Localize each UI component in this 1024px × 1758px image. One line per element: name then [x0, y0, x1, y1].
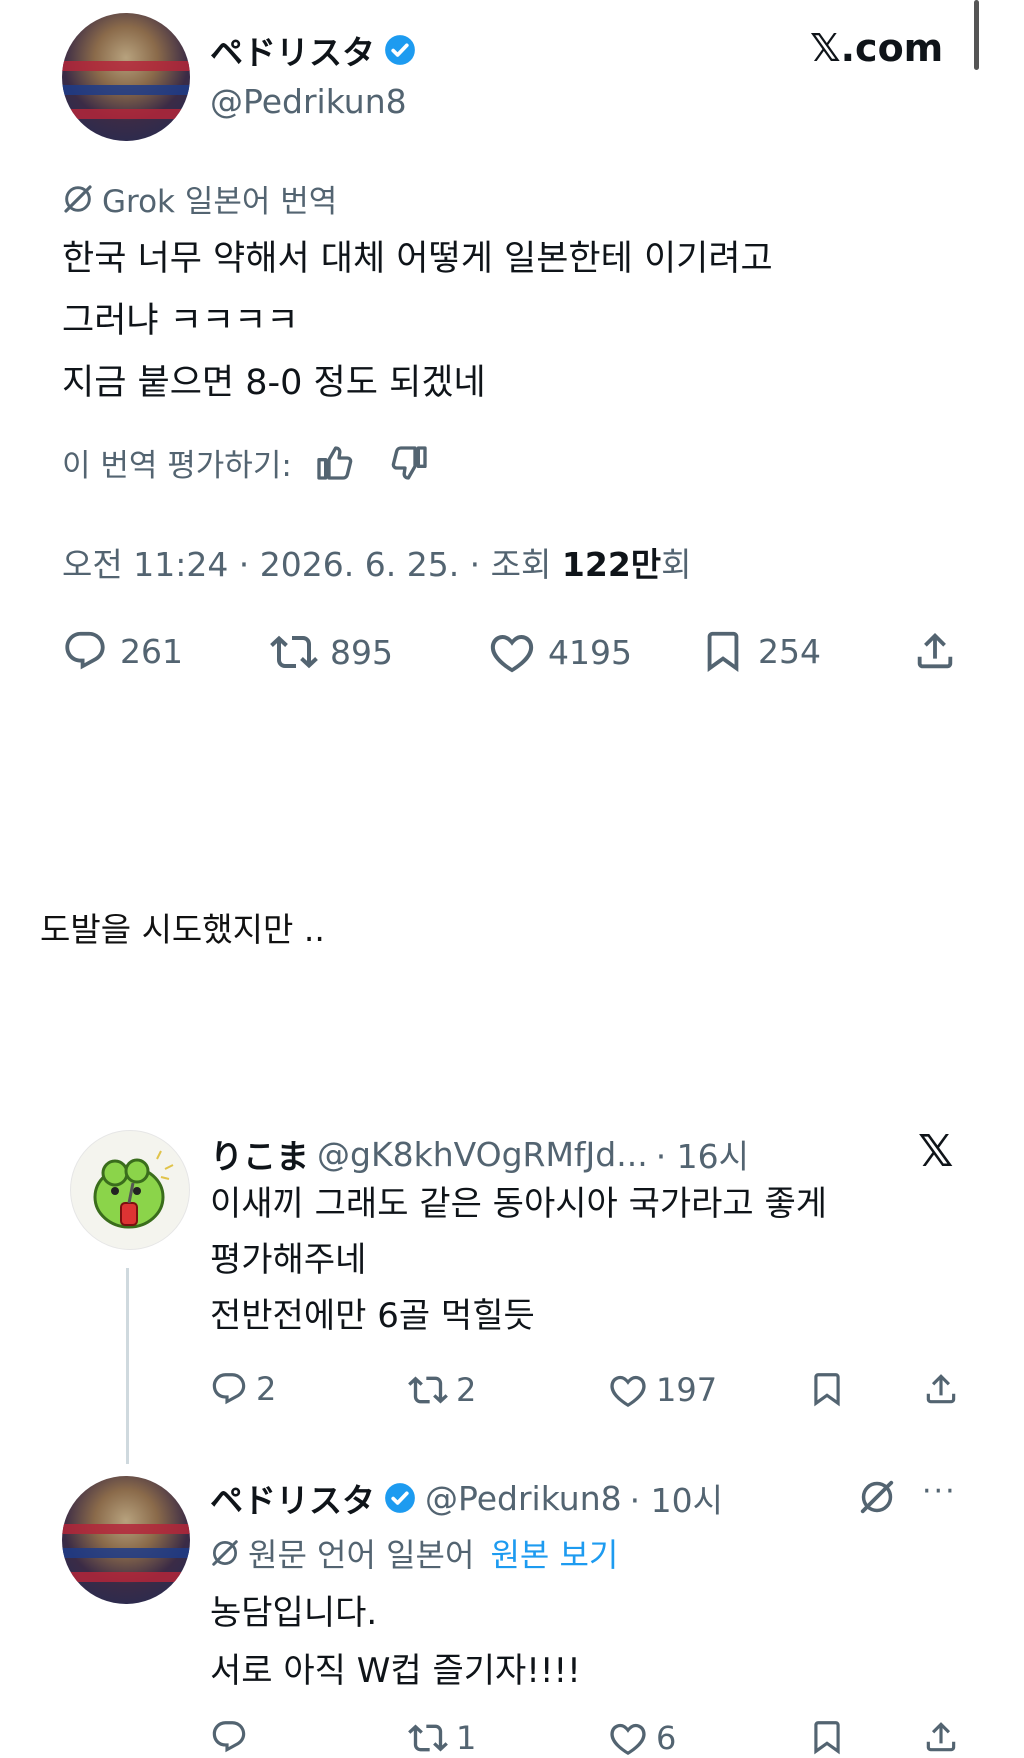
verified-badge-icon [383, 33, 417, 67]
retweet-button[interactable]: 1 [408, 1718, 476, 1758]
bookmark-button[interactable] [808, 1718, 846, 1756]
tweet-line: 그러냐 ㅋㅋㅋㅋ [62, 301, 299, 341]
reply-line: 농담입니다. [210, 1593, 378, 1633]
tweet-line: 한국 너무 약해서 대체 어떻게 일본한테 이기려고 [62, 239, 773, 279]
retweet-button[interactable]: 895 [270, 628, 393, 676]
author-name[interactable]: ペドリスタ [210, 26, 375, 74]
like-button[interactable]: 6 [608, 1718, 676, 1758]
bookmark-icon [808, 1718, 846, 1756]
like-icon [488, 628, 536, 676]
author-name[interactable]: ペドリスタ [210, 1474, 375, 1522]
author-handle[interactable]: @gK8khVOgRMfJd... [317, 1135, 648, 1174]
timestamp[interactable]: · 10시 [630, 1474, 723, 1522]
retweet-count: 2 [456, 1371, 477, 1409]
scrollbar-indicator[interactable] [974, 0, 979, 70]
avatar[interactable] [70, 1130, 190, 1250]
share-icon [922, 1718, 960, 1756]
timestamp[interactable]: · 16시 [656, 1130, 749, 1178]
grok-icon[interactable] [858, 1478, 896, 1516]
retweet-icon [270, 628, 318, 676]
retweet-count: 1 [456, 1719, 477, 1757]
thumbs-up-icon[interactable] [314, 443, 354, 483]
reply-body: 이새끼 그래도 같은 동아시아 국가라고 좋게 평가해주네 전반전에만 6골 먹… [210, 1176, 827, 1344]
retweet-button[interactable]: 2 [408, 1370, 476, 1410]
like-button[interactable]: 4195 [488, 628, 632, 676]
bookmark-button[interactable] [808, 1370, 846, 1408]
like-button[interactable]: 197 [608, 1370, 717, 1410]
reply-button[interactable]: 2 [210, 1370, 276, 1408]
avatar[interactable] [62, 13, 190, 141]
rate-translation-label: 이 번역 평가하기: [62, 448, 292, 484]
tweet-body: 한국 너무 약해서 대체 어떻게 일본한테 이기려고 그러냐 ㅋㅋㅋㅋ 지금 붙… [62, 228, 773, 414]
retweet-count: 895 [330, 632, 393, 672]
frog-avatar-icon [93, 1150, 174, 1229]
like-icon [608, 1718, 648, 1758]
translation-label[interactable]: Grok 일본어 번역 [102, 176, 337, 221]
reply-count: 2 [256, 1370, 277, 1408]
like-count: 197 [656, 1371, 718, 1409]
bookmark-icon [700, 628, 746, 674]
author-handle[interactable]: @Pedrikun8 [210, 82, 407, 121]
more-icon[interactable]: ··· [922, 1474, 957, 1509]
reply-icon [210, 1718, 248, 1756]
like-count: 4195 [548, 632, 632, 672]
share-icon [922, 1370, 960, 1408]
reply-icon [62, 628, 108, 674]
tweet-line: 지금 붙으면 8-0 정도 되겠네 [62, 363, 486, 403]
view-original-link[interactable]: 원본 보기 [490, 1530, 618, 1576]
view-count: 122만 [561, 545, 662, 584]
like-count: 6 [656, 1719, 677, 1757]
tweet-meta: 오전 11:24 · 2026. 6. 25. · 조회 122만회 [62, 538, 692, 586]
share-button[interactable] [922, 1718, 960, 1756]
grok-icon [62, 183, 94, 215]
x-logo-icon[interactable]: 𝕏.com [810, 26, 943, 70]
reply-line: 이새끼 그래도 같은 동아시아 국가라고 좋게 [210, 1184, 828, 1224]
like-icon [608, 1370, 648, 1410]
translation-label: 원문 언어 일본어 [248, 1536, 475, 1574]
reply-line: 서로 아직 W컵 즐기자!!!! [210, 1651, 581, 1691]
avatar[interactable] [62, 1476, 190, 1604]
reply-button[interactable] [210, 1718, 248, 1756]
thumbs-down-icon[interactable] [390, 443, 430, 483]
share-button[interactable] [912, 628, 958, 674]
retweet-icon [408, 1718, 448, 1758]
retweet-icon [408, 1370, 448, 1410]
thread-line [126, 1268, 129, 1464]
bookmark-count: 254 [758, 631, 821, 671]
bookmark-button[interactable]: 254 [700, 628, 821, 674]
reply-button[interactable]: 261 [62, 628, 183, 674]
reply-body: 농담입니다. 서로 아직 W컵 즐기자!!!! [210, 1584, 581, 1700]
view-suffix: 회 [661, 545, 692, 584]
author-name[interactable]: りこま [210, 1130, 309, 1178]
grok-icon [210, 1538, 240, 1568]
x-logo-icon[interactable]: 𝕏 [918, 1126, 953, 1177]
bookmark-icon [808, 1370, 846, 1408]
share-button[interactable] [922, 1370, 960, 1408]
reply-line: 전반전에만 6골 먹힐듯 [210, 1296, 535, 1336]
reply-icon [210, 1370, 248, 1408]
verified-badge-icon [383, 1481, 417, 1515]
caption: 도발을 시도했지만 .. [40, 910, 325, 949]
reply-line: 평가해주네 [210, 1240, 367, 1280]
author-handle[interactable]: @Pedrikun8 [425, 1479, 622, 1518]
reply-count: 261 [120, 631, 183, 671]
share-icon [912, 628, 958, 674]
timestamp[interactable]: 오전 11:24 · 2026. 6. 25. · 조회 [62, 545, 562, 584]
